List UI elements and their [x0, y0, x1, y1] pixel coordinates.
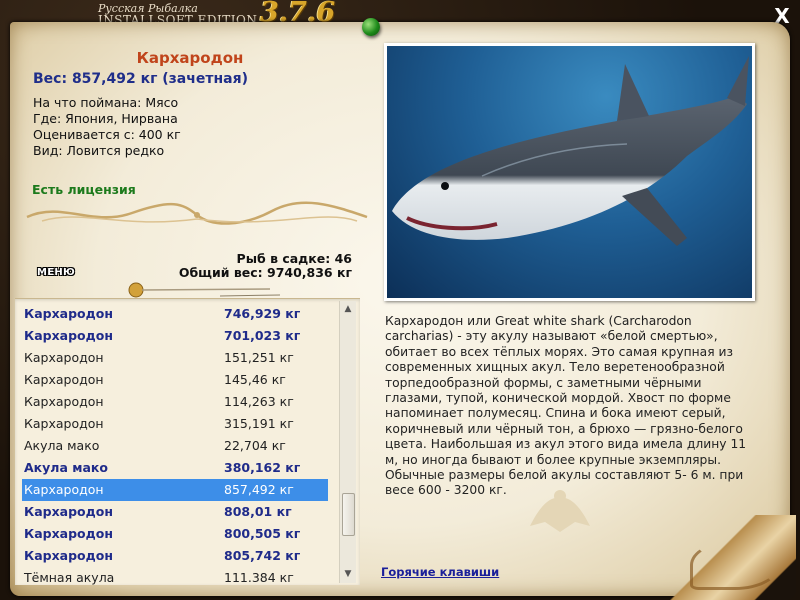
catch-item-name: Акула мако	[24, 438, 100, 453]
catch-list-item[interactable]: Кархародон 701,023 кг	[22, 325, 328, 347]
arrow-up-icon[interactable]: ▲	[340, 301, 356, 317]
menu-button[interactable]: МЕНЮ	[34, 265, 78, 281]
ornament-divider	[26, 201, 368, 225]
fish-name: Кархародон	[136, 49, 244, 67]
catch-item-name: Кархародон	[24, 482, 104, 497]
catch-item-name: Акула мако	[24, 460, 108, 475]
catch-item-weight: 111.384 кг	[224, 570, 294, 585]
catch-item-weight: 380,162 кг	[224, 460, 301, 475]
stats-fish-count: Рыб в садке: 46	[236, 251, 352, 266]
catch-item-name: Кархародон	[24, 504, 113, 519]
catch-item-weight: 808,01 кг	[224, 504, 292, 519]
catch-item-weight: 145,46 кг	[224, 372, 286, 387]
catch-list-item[interactable]: Кархародон 857,492 кг	[22, 479, 328, 501]
catch-item-name: Кархародон	[24, 350, 104, 365]
catch-list-item[interactable]: Кархародон 151,251 кг	[22, 347, 328, 369]
catch-list-item[interactable]: Акула мако 22,704 кг	[22, 435, 328, 457]
catch-item-weight: 857,492 кг	[224, 482, 294, 497]
scroll-thumb[interactable]	[342, 493, 355, 536]
catch-list: Кархародон 746,929 кг Кархародон 701,023 кг…	[15, 298, 360, 585]
catch-item-name: Кархародон	[24, 328, 113, 343]
catch-list-item[interactable]: Кархародон 746,929 кг	[22, 303, 328, 325]
catch-item-name: Кархародон	[24, 416, 104, 431]
fish-silhouette-icon	[530, 490, 590, 532]
catch-item-weight: 114,263 кг	[224, 394, 294, 409]
catch-list-item[interactable]: Акула мако 380,162 кг	[22, 457, 328, 479]
catch-item-name: Кархародон	[24, 394, 104, 409]
fish-valued-from: Оценивается с: 400 кг	[33, 127, 181, 142]
catch-item-name: Кархародон	[24, 548, 113, 563]
catch-item-name: Кархародон	[24, 526, 113, 541]
fish-description: Кархародон или Great white shark (Carcha…	[385, 314, 747, 498]
catch-item-weight: 22,704 кг	[224, 438, 286, 453]
catch-item-weight: 701,023 кг	[224, 328, 301, 343]
catch-item-weight: 805,742 кг	[224, 548, 301, 563]
stats-total-weight: Общий вес: 9740,836 кг	[178, 265, 352, 280]
catch-item-name: Кархародон	[24, 372, 104, 387]
list-pin	[128, 282, 281, 298]
fish-kind: Вид: Ловится редко	[33, 143, 165, 158]
catch-item-weight: 800,505 кг	[224, 526, 301, 541]
green-pin-icon	[362, 18, 380, 36]
fish-photo	[384, 43, 755, 301]
catch-list-item[interactable]: Тёмная акула 111.384 кг	[22, 567, 328, 585]
catch-list-item[interactable]: Кархародон 800,505 кг	[22, 523, 328, 545]
catch-list-item[interactable]: Кархародон 145,46 кг	[22, 369, 328, 391]
catch-list-item[interactable]: Кархародон 114,263 кг	[22, 391, 328, 413]
catch-item-name: Кархародон	[24, 306, 113, 321]
catch-item-weight: 746,929 кг	[224, 306, 301, 321]
arrow-down-icon[interactable]: ▼	[340, 566, 356, 582]
fish-weight: Вес: 857,492 кг (зачетная)	[33, 71, 248, 87]
catch-list-item[interactable]: Кархародон 315,191 кг	[22, 413, 328, 435]
curl-ornament	[690, 540, 780, 590]
catch-item-name: Тёмная акула	[24, 570, 115, 585]
hotkeys-link[interactable]: Горячие клавиши	[381, 565, 499, 579]
catch-list-scrollbar[interactable]: ▲ ▼	[339, 301, 356, 583]
catch-item-weight: 315,191 кг	[224, 416, 294, 431]
fish-location: Где: Япония, Нирвана	[33, 111, 178, 126]
catch-list-item[interactable]: Кархародон 805,742 кг	[22, 545, 328, 567]
catch-list-item[interactable]: Кархародон 808,01 кг	[22, 501, 328, 523]
shark-illustration	[392, 56, 749, 246]
catch-item-weight: 151,251 кг	[224, 350, 294, 365]
license-status: Есть лицензия	[32, 182, 136, 197]
fish-bait: На что поймана: Мясо	[33, 95, 179, 110]
